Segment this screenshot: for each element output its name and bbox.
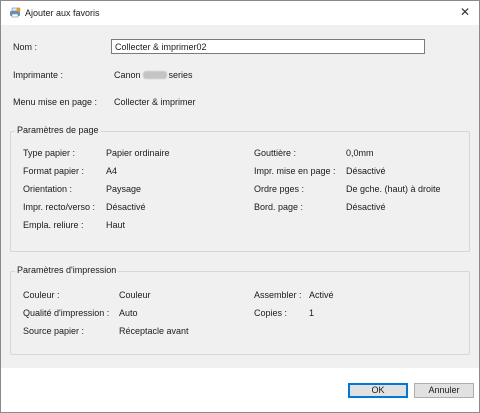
cancel-button[interactable]: Annuler <box>414 383 474 398</box>
printer-favorites-icon <box>10 7 21 18</box>
dialog-body: Nom : Imprimante : Canon series Menu mise… <box>1 25 479 368</box>
setting-value: Papier ordinaire <box>106 148 170 158</box>
setting-value: Auto <box>119 308 138 318</box>
name-input[interactable] <box>111 39 425 54</box>
layout-menu-value: Collecter & imprimer <box>114 97 196 107</box>
setting-value: 1 <box>309 308 315 318</box>
setting-label: Assembler : <box>254 290 302 300</box>
setting-value: Paysage <box>106 184 142 194</box>
setting-value: A4 <box>106 166 118 176</box>
name-label: Nom : <box>13 42 38 52</box>
setting-label: Impr. mise en page : <box>254 166 336 176</box>
setting-label: Copies : <box>254 308 288 318</box>
redacted-model <box>142 71 167 79</box>
setting-label: Empla. reliure : <box>23 220 84 230</box>
setting-label: Qualité d'impression : <box>23 308 110 318</box>
printer-prefix: Canon <box>114 70 141 80</box>
setting-value: Couleur <box>119 290 151 300</box>
close-icon[interactable]: ✕ <box>457 4 473 20</box>
dialog-footer: OK Annuler <box>1 368 479 412</box>
add-to-favorites-dialog: Ajouter aux favoris ✕ Nom : Imprimante :… <box>0 0 480 413</box>
setting-value: Activé <box>309 290 334 300</box>
setting-label: Impr. recto/verso : <box>23 202 96 212</box>
setting-value: 0,0mm <box>346 148 374 158</box>
page-settings-group: Paramètres de page Type papier : Papier o… <box>10 125 470 252</box>
setting-label: Type papier : <box>23 148 76 158</box>
setting-value: Désactivé <box>346 202 386 212</box>
setting-value: De gche. (haut) à droite <box>346 184 441 194</box>
setting-label: Orientation : <box>23 184 73 194</box>
setting-label: Source papier : <box>23 326 85 336</box>
window-title: Ajouter aux favoris <box>25 8 100 18</box>
setting-label: Format papier : <box>23 166 85 176</box>
print-settings-title: Paramètres d'impression <box>15 265 119 275</box>
printer-label: Imprimante : <box>13 70 64 80</box>
printer-suffix: series <box>168 70 193 80</box>
title-bar: Ajouter aux favoris ✕ <box>1 1 479 25</box>
setting-value: Désactivé <box>106 202 146 212</box>
setting-value: Désactivé <box>346 166 386 176</box>
setting-label: Couleur : <box>23 290 60 300</box>
setting-value: Réceptacle avant <box>119 326 189 336</box>
setting-label: Ordre pges : <box>254 184 305 194</box>
print-settings-group: Paramètres d'impression Couleur : Couleur… <box>10 265 470 355</box>
page-settings-title: Paramètres de page <box>15 125 101 135</box>
printer-value: Canon series <box>114 70 193 80</box>
ok-button[interactable]: OK <box>348 383 408 398</box>
layout-menu-label: Menu mise en page : <box>13 97 98 107</box>
setting-label: Bord. page : <box>254 202 304 212</box>
setting-value: Haut <box>106 220 126 230</box>
setting-label: Gouttière : <box>254 148 297 158</box>
